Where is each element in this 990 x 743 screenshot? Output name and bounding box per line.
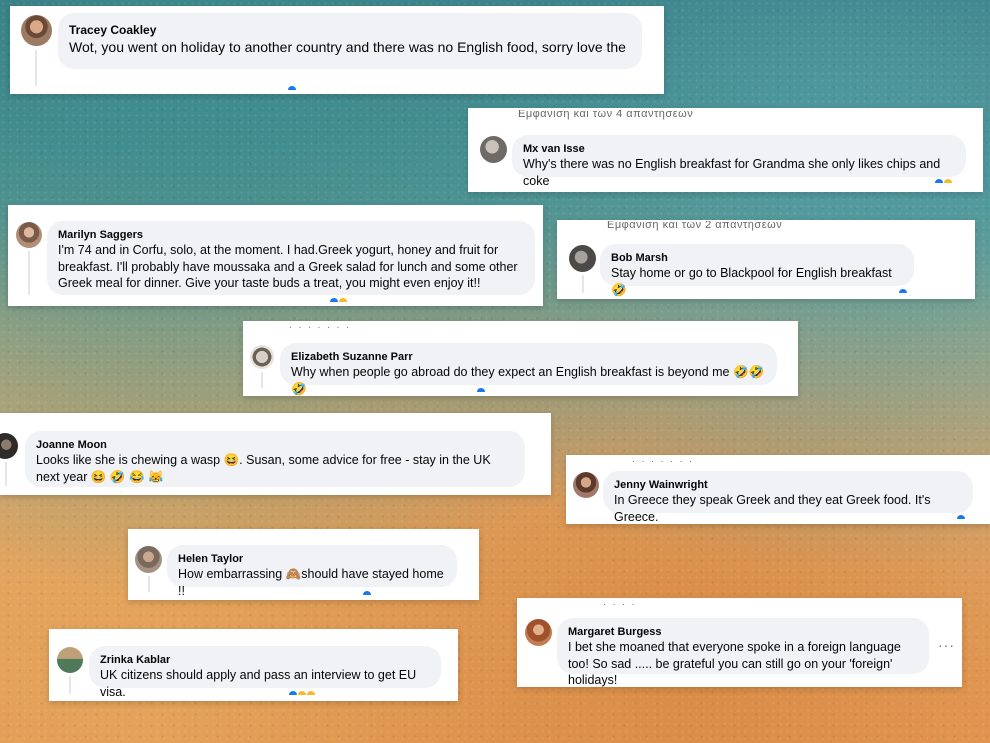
reaction-icons[interactable]: [935, 179, 952, 183]
reaction-icons[interactable]: [363, 591, 371, 595]
comment-card-margaret: · · · · Margaret Burgess I bet she moane…: [517, 598, 962, 687]
avatar[interactable]: [16, 222, 42, 248]
avatar[interactable]: [135, 546, 162, 573]
commenter-name[interactable]: Joanne Moon: [36, 438, 514, 452]
reaction-icons[interactable]: [289, 691, 315, 695]
comment-card-helen: Helen Taylor How embarrassing 🙈should ha…: [128, 529, 479, 600]
avatar[interactable]: [21, 15, 52, 46]
reaction-icons[interactable]: [330, 298, 347, 302]
comment-text: Why's there was no English breakfast for…: [523, 157, 941, 188]
commenter-name[interactable]: Helen Taylor: [178, 552, 446, 566]
avatar[interactable]: [525, 619, 552, 646]
reaction-icons[interactable]: [477, 388, 485, 392]
comment-text: I bet she moaned that everyone spoke in …: [568, 640, 901, 687]
commenter-name[interactable]: Zrinka Kablar: [100, 653, 430, 667]
comment-text: Wot, you went on holiday to another coun…: [69, 39, 626, 55]
comment-card-tracey: Tracey Coakley Wot, you went on holiday …: [10, 6, 664, 94]
commenter-name[interactable]: Mx van Isse: [523, 142, 955, 156]
show-replies-link[interactable]: Εμφάνιση και των 4 απαντήσεων: [518, 110, 693, 120]
truncated-header: · · · · · · ·: [289, 322, 351, 332]
commenter-name[interactable]: Margaret Burgess: [568, 625, 918, 639]
avatar[interactable]: [573, 472, 599, 498]
comment-card-bob: Εμφάνιση και των 2 απαντήσεων Bob Marsh …: [557, 220, 975, 299]
comment-bubble: Marilyn Saggers I'm 74 and in Corfu, sol…: [47, 221, 535, 295]
truncated-header: · · · ·: [603, 599, 637, 609]
commenter-name[interactable]: Jenny Wainwright: [614, 478, 962, 492]
avatar[interactable]: [480, 136, 507, 163]
thread-line: [28, 251, 30, 295]
commenter-name[interactable]: Marilyn Saggers: [58, 228, 524, 242]
thread-line: [261, 372, 263, 388]
comment-bubble: Zrinka Kablar UK citizens should apply a…: [89, 646, 441, 699]
comment-card-mx: Εμφάνιση και των 4 απαντήσεων Mx van Iss…: [468, 108, 983, 192]
comment-card-joanne: Joanne Moon Looks like she is chewing a …: [0, 413, 551, 495]
comment-text: In Greece they speak Greek and they eat …: [614, 493, 931, 524]
comment-text: Why when people go abroad do they expect…: [291, 365, 765, 396]
commenter-name[interactable]: Tracey Coakley: [69, 22, 631, 38]
comment-card-elizabeth: · · · · · · · Elizabeth Suzanne Parr Why…: [243, 321, 798, 396]
more-options-icon[interactable]: ···: [938, 637, 955, 653]
reaction-icons[interactable]: [288, 86, 296, 90]
thread-line: [69, 676, 71, 694]
comment-bubble: Helen Taylor How embarrassing 🙈should ha…: [167, 545, 457, 598]
comment-text: Looks like she is chewing a wasp 😆. Susa…: [36, 453, 491, 484]
thread-line: [5, 462, 7, 486]
comment-bubble: Mx van Isse Why's there was no English b…: [512, 135, 966, 188]
truncated-header: · · · · · · ·: [632, 456, 694, 466]
comment-text: I'm 74 and in Corfu, solo, at the moment…: [58, 243, 518, 290]
comment-card-jenny: · · · · · · · Jenny Wainwright In Greece…: [566, 455, 990, 524]
thread-line: [582, 275, 584, 293]
commenter-name[interactable]: Bob Marsh: [611, 251, 903, 265]
comment-bubble: Tracey Coakley Wot, you went on holiday …: [58, 13, 642, 69]
avatar[interactable]: [0, 433, 18, 459]
thread-line: [35, 50, 37, 86]
commenter-name[interactable]: Elizabeth Suzanne Parr: [291, 350, 766, 364]
avatar[interactable]: [569, 245, 596, 272]
avatar[interactable]: [57, 647, 83, 673]
comment-bubble: Margaret Burgess I bet she moaned that e…: [557, 618, 929, 687]
reaction-icons[interactable]: [899, 289, 907, 293]
comment-bubble: Jenny Wainwright In Greece they speak Gr…: [603, 471, 973, 524]
avatar[interactable]: [250, 345, 274, 369]
comment-card-marilyn: Marilyn Saggers I'm 74 and in Corfu, sol…: [8, 205, 543, 306]
comment-bubble: Elizabeth Suzanne Parr Why when people g…: [280, 343, 777, 396]
comment-text: How embarrassing 🙈should have stayed hom…: [178, 567, 444, 598]
comment-bubble: Bob Marsh Stay home or go to Blackpool f…: [600, 244, 914, 297]
reaction-icons[interactable]: [957, 515, 965, 519]
comment-text: Stay home or go to Blackpool for English…: [611, 266, 892, 297]
thread-line: [148, 576, 150, 592]
comment-card-zrinka: Zrinka Kablar UK citizens should apply a…: [49, 629, 458, 701]
comment-bubble: Joanne Moon Looks like she is chewing a …: [25, 431, 525, 487]
show-replies-link[interactable]: Εμφάνιση και των 2 απαντήσεων: [607, 221, 782, 231]
comment-text: UK citizens should apply and pass an int…: [100, 668, 417, 699]
